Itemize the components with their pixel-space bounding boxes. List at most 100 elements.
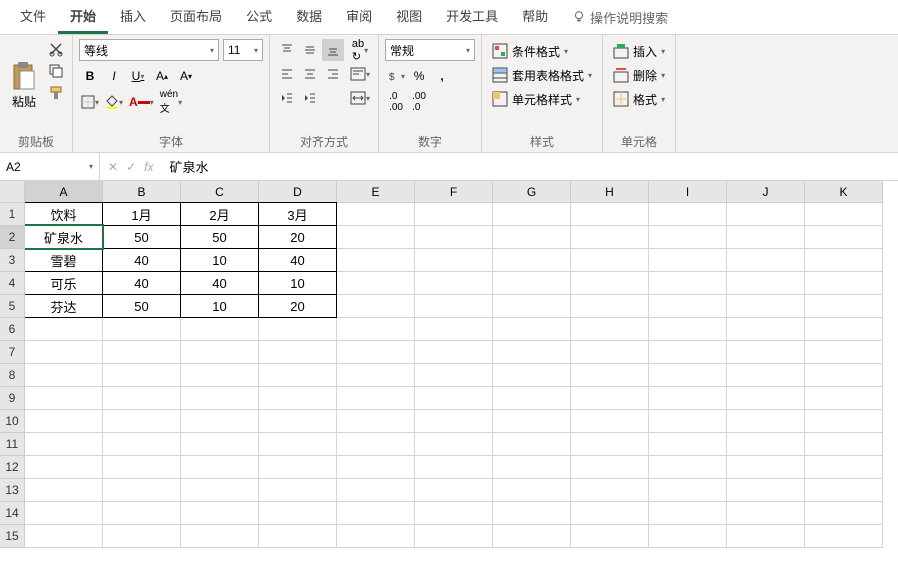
cell[interactable] [415, 341, 493, 364]
cell[interactable] [337, 433, 415, 456]
cell[interactable] [337, 249, 415, 272]
cell[interactable] [337, 318, 415, 341]
cell[interactable] [103, 318, 181, 341]
col-header[interactable]: I [649, 181, 727, 203]
cell[interactable] [337, 479, 415, 502]
cell[interactable] [493, 502, 571, 525]
cell[interactable] [103, 479, 181, 502]
cell[interactable] [103, 502, 181, 525]
cell[interactable] [103, 364, 181, 387]
cell[interactable]: 1月 [102, 202, 181, 226]
cell[interactable] [805, 295, 883, 318]
cell[interactable] [571, 249, 649, 272]
cell[interactable] [337, 525, 415, 548]
cell[interactable] [25, 456, 103, 479]
cell[interactable] [649, 433, 727, 456]
cell[interactable]: 20 [258, 225, 337, 249]
cell[interactable] [337, 364, 415, 387]
cell[interactable] [571, 410, 649, 433]
cell[interactable] [415, 364, 493, 387]
cell[interactable]: 3月 [258, 202, 337, 226]
cell[interactable] [181, 410, 259, 433]
cell[interactable] [415, 456, 493, 479]
cell[interactable] [181, 364, 259, 387]
cell[interactable] [103, 341, 181, 364]
delete-cells-button[interactable]: 删除▾ [609, 63, 669, 87]
cell[interactable] [493, 203, 571, 226]
cell[interactable] [805, 479, 883, 502]
insert-cells-button[interactable]: 插入▾ [609, 39, 669, 63]
cell[interactable] [649, 364, 727, 387]
cell[interactable]: 10 [180, 294, 259, 318]
align-middle-button[interactable] [299, 39, 321, 61]
cell[interactable] [727, 410, 805, 433]
align-left-button[interactable] [276, 63, 298, 85]
cell[interactable] [493, 226, 571, 249]
cancel-formula-icon[interactable]: ✕ [108, 160, 118, 174]
cell[interactable] [259, 525, 337, 548]
cell[interactable]: 40 [102, 248, 181, 272]
italic-button[interactable]: I [103, 65, 125, 87]
font-family-combo[interactable]: 等线▾ [79, 39, 219, 61]
cell[interactable]: 芬达 [25, 294, 103, 318]
cell[interactable] [727, 318, 805, 341]
cell[interactable] [805, 410, 883, 433]
format-as-table-button[interactable]: 套用表格格式▾ [488, 63, 596, 87]
tab-layout[interactable]: 页面布局 [158, 0, 234, 34]
cell[interactable] [727, 387, 805, 410]
tab-file[interactable]: 文件 [8, 0, 58, 34]
cell[interactable] [415, 502, 493, 525]
decrease-indent-button[interactable] [276, 87, 298, 109]
cell[interactable] [805, 502, 883, 525]
orientation-button[interactable]: ab↻▾ [348, 39, 372, 61]
tab-view[interactable]: 视图 [384, 0, 434, 34]
cell[interactable]: 雪碧 [25, 248, 103, 272]
cell[interactable] [415, 525, 493, 548]
cell[interactable] [649, 295, 727, 318]
format-painter-icon[interactable] [48, 85, 64, 101]
align-top-button[interactable] [276, 39, 298, 61]
cell[interactable] [415, 226, 493, 249]
cell[interactable] [649, 341, 727, 364]
col-header[interactable]: G [493, 181, 571, 203]
cell-styles-button[interactable]: 单元格样式▾ [488, 87, 596, 111]
row-header[interactable]: 7 [0, 341, 25, 364]
fill-color-button[interactable]: ▾ [103, 91, 125, 113]
bold-button[interactable]: B [79, 65, 101, 87]
tab-help[interactable]: 帮助 [510, 0, 560, 34]
cell[interactable]: 40 [180, 271, 259, 295]
cell[interactable] [259, 341, 337, 364]
tab-home[interactable]: 开始 [58, 0, 108, 34]
cell[interactable] [727, 502, 805, 525]
cell[interactable] [805, 341, 883, 364]
cell[interactable] [649, 502, 727, 525]
row-header[interactable]: 9 [0, 387, 25, 410]
cell[interactable] [649, 272, 727, 295]
cell[interactable] [103, 387, 181, 410]
cell[interactable] [571, 387, 649, 410]
col-header[interactable]: A [25, 181, 103, 203]
cell[interactable]: 矿泉水 [25, 225, 103, 249]
cell[interactable] [493, 433, 571, 456]
cell[interactable] [181, 456, 259, 479]
select-all-corner[interactable] [0, 181, 25, 203]
cell[interactable] [571, 295, 649, 318]
cell[interactable] [493, 456, 571, 479]
row-header[interactable]: 11 [0, 433, 25, 456]
cell[interactable] [259, 502, 337, 525]
cell[interactable]: 50 [180, 225, 259, 249]
cell[interactable] [181, 387, 259, 410]
col-header[interactable]: D [259, 181, 337, 203]
cell[interactable] [415, 295, 493, 318]
cell[interactable] [415, 272, 493, 295]
cell[interactable] [25, 410, 103, 433]
cell[interactable]: 饮料 [25, 202, 103, 226]
col-header[interactable]: C [181, 181, 259, 203]
cell[interactable] [337, 456, 415, 479]
tab-tell-me[interactable]: 操作说明搜索 [560, 0, 680, 34]
row-header[interactable]: 6 [0, 318, 25, 341]
row-header[interactable]: 15 [0, 525, 25, 548]
cell[interactable] [805, 249, 883, 272]
cell[interactable] [571, 525, 649, 548]
copy-icon[interactable] [48, 63, 64, 79]
